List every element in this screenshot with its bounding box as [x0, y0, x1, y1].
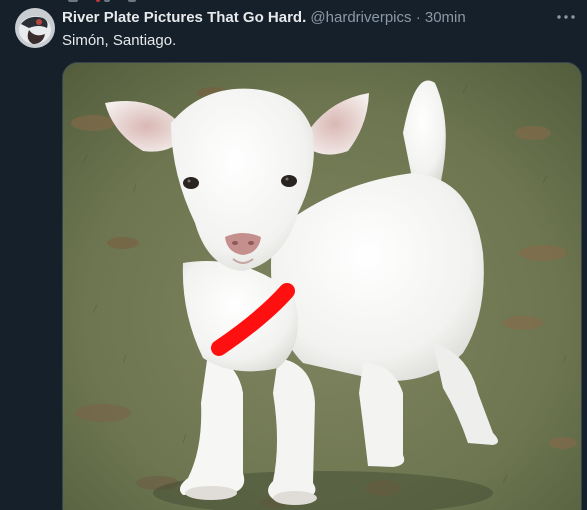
- tweet-header: River Plate Pictures That Go Hard. @hard…: [62, 9, 466, 27]
- author-handle[interactable]: @hardriverpics: [310, 9, 411, 26]
- previous-tweet-edge: [0, 0, 587, 4]
- header-separator: ·: [415, 9, 421, 26]
- more-options-icon[interactable]: [555, 8, 577, 26]
- tweet-timestamp[interactable]: 30min: [425, 9, 466, 26]
- tweet-text: Simón, Santiago.: [62, 32, 177, 49]
- avatar-image: [15, 8, 55, 48]
- goat-photo: [63, 63, 581, 510]
- tweet-photo[interactable]: [62, 62, 582, 510]
- avatar[interactable]: [15, 8, 55, 48]
- tweet[interactable]: River Plate Pictures That Go Hard. @hard…: [0, 0, 587, 510]
- author-display-name[interactable]: River Plate Pictures That Go Hard.: [62, 9, 306, 26]
